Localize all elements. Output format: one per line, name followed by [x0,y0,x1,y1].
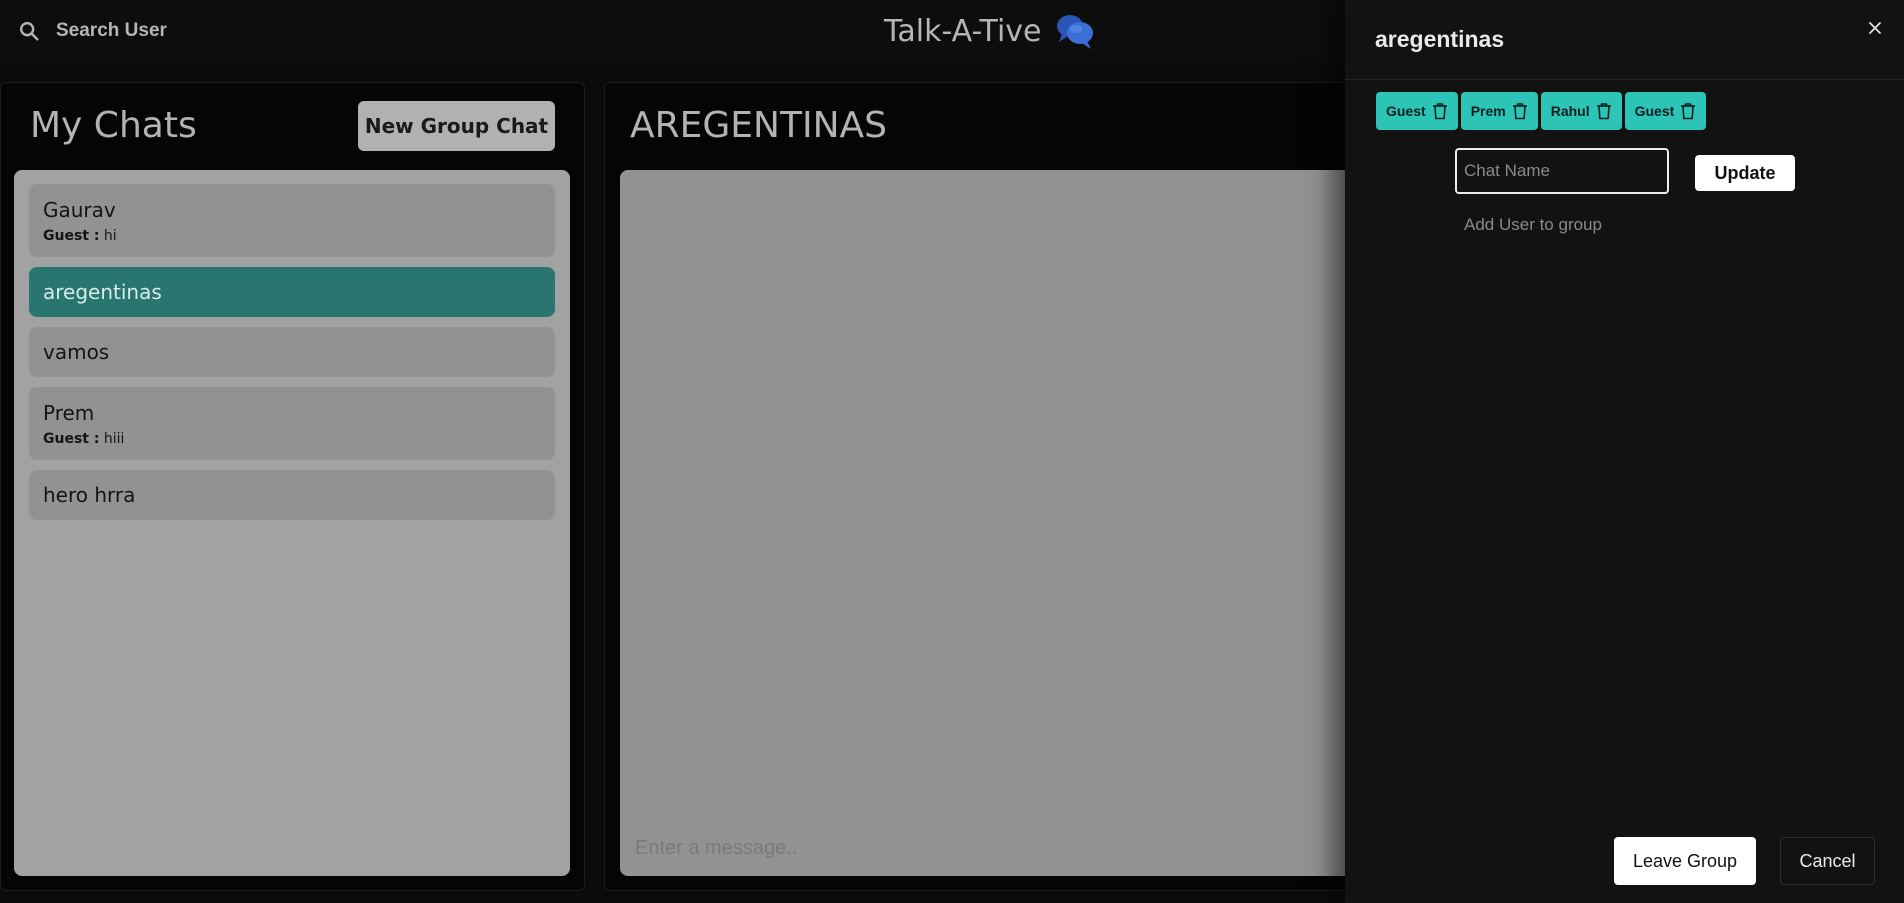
trash-icon[interactable] [1596,102,1612,120]
chat-title: AREGENTINAS [630,105,887,146]
new-group-chat-button[interactable]: New Group Chat [358,101,555,151]
chat-item-name: aregentinas [43,280,162,304]
chat-item-gaurav[interactable]: Gaurav Guest : hi [29,184,555,257]
member-badge[interactable]: Guest [1624,92,1707,130]
chat-item-vamos[interactable]: vamos [29,327,555,377]
chat-item-latest-message: Guest : hiii [43,431,541,447]
update-group-modal: aregentinas Guest Prem Rahul Guest Chat … [1345,0,1904,903]
member-badges: Guest Prem Rahul Guest [1376,92,1707,130]
chat-item-name: hero hrra [43,483,136,507]
modal-divider [1345,79,1904,80]
member-badge[interactable]: Guest [1376,92,1458,130]
search-user-button[interactable]: Search User [8,10,177,52]
my-chats-panel: My Chats New Group Chat Gaurav Guest : h… [0,82,585,891]
member-badge-label: Guest [1634,103,1675,119]
chat-list: Gaurav Guest : hi aregentinas vamos Prem… [14,170,570,876]
chat-item-latest-message: Guest : hi [43,228,541,244]
chat-item-prem[interactable]: Prem Guest : hiii [29,387,555,460]
member-badge-label: Rahul [1550,103,1590,119]
chat-item-name: vamos [43,340,110,364]
chat-item-name: Prem [43,400,95,425]
member-badge[interactable]: Prem [1460,92,1538,130]
chat-item-hero-hrra[interactable]: hero hrra [29,470,555,520]
cancel-button[interactable]: Cancel [1780,837,1875,885]
trash-icon[interactable] [1432,102,1448,120]
chat-item-preview: hi [103,227,117,244]
trash-icon[interactable] [1512,102,1528,120]
chat-item-aregentinas[interactable]: aregentinas [29,267,555,317]
member-badge-label: Prem [1470,103,1506,119]
close-button[interactable] [1863,16,1887,40]
chat-name-input[interactable] [1455,148,1669,194]
my-chats-title: My Chats [30,105,197,146]
modal-title: aregentinas [1375,26,1505,52]
trash-icon[interactable] [1680,102,1696,120]
app-title: Talk-A-Tive [884,10,1096,52]
chat-item-sender: Guest : [43,227,100,244]
speech-bubbles-icon [1056,15,1093,49]
chat-item-preview: hiii [103,430,125,447]
member-badge[interactable]: Rahul [1540,92,1622,130]
update-button[interactable]: Update [1695,155,1795,191]
chat-item-sender: Guest : [43,430,100,447]
chat-item-name: Gaurav [43,197,116,222]
close-icon [1869,22,1881,34]
search-user-label: Search User [56,20,167,41]
add-user-input[interactable] [1455,206,1755,244]
leave-group-button[interactable]: Leave Group [1614,837,1756,885]
app-title-text: Talk-A-Tive [884,13,1042,49]
search-icon [20,22,39,41]
member-badge-label: Guest [1386,103,1426,119]
